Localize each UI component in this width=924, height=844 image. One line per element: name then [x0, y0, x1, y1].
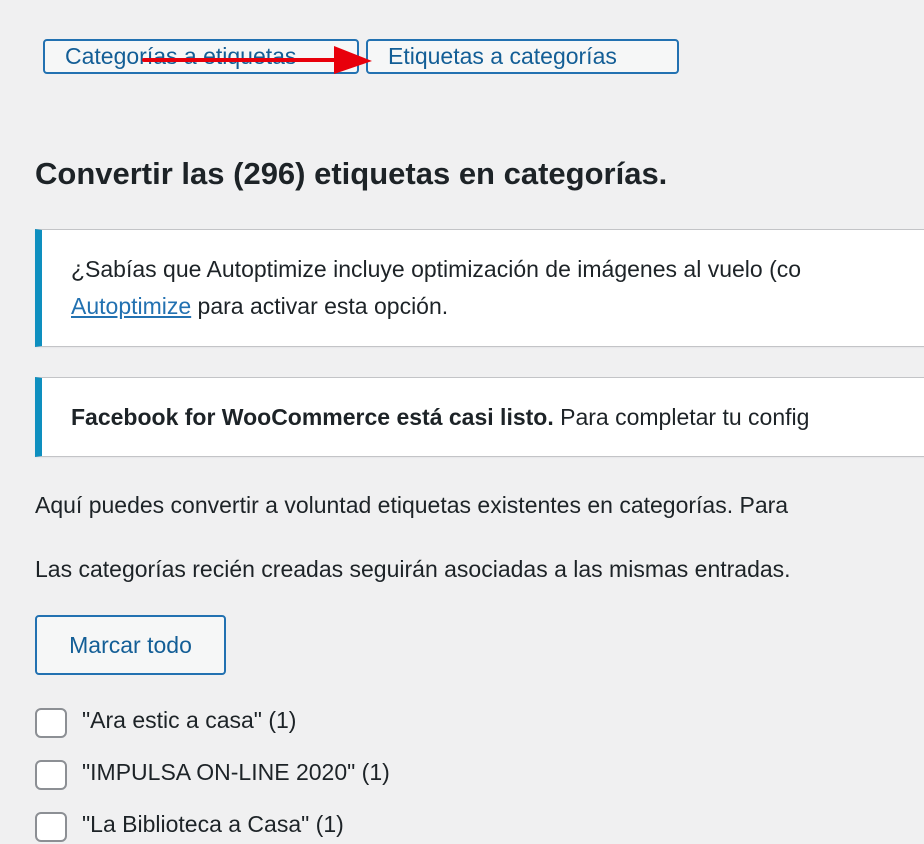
- notice-autoptimize-text: ¿Sabías que Autoptimize incluye optimiza…: [71, 256, 802, 282]
- description-intro: Aquí puedes convertir a voluntad etiquet…: [35, 492, 789, 518]
- description-created: Las categorías recién creadas seguirán a…: [35, 556, 791, 582]
- annotation-arrow-icon: [142, 46, 372, 74]
- tag-checkbox[interactable]: [35, 708, 67, 738]
- tab-tags-to-categories-label: Etiquetas a categorías: [388, 43, 617, 69]
- page-title: Convertir las (296) etiquetas en categor…: [35, 156, 668, 191]
- tag-checkbox[interactable]: [35, 760, 67, 790]
- autoptimize-link[interactable]: Autoptimize: [71, 293, 191, 319]
- tab-tags-to-categories[interactable]: Etiquetas a categorías: [366, 39, 679, 74]
- notice-autoptimize: ¿Sabías que Autoptimize incluye optimiza…: [35, 229, 924, 347]
- tag-checkbox[interactable]: [35, 812, 67, 842]
- mark-all-button[interactable]: Marcar todo: [35, 615, 226, 675]
- notice-autoptimize-line2-text: para activar esta opción.: [191, 293, 449, 319]
- notice-facebook-bold: Facebook for WooCommerce está casi listo…: [71, 404, 554, 430]
- notice-facebook-text: Facebook for WooCommerce está casi listo…: [71, 404, 809, 431]
- tag-label[interactable]: "Ara estic a casa" (1): [82, 707, 296, 734]
- tag-label[interactable]: "La Biblioteca a Casa" (1): [82, 811, 344, 838]
- notice-facebook: Facebook for WooCommerce está casi listo…: [35, 377, 924, 457]
- notice-facebook-rest: Para completar tu config: [553, 404, 810, 430]
- notice-autoptimize-line2: Autoptimize para activar esta opción.: [71, 293, 448, 320]
- tag-label[interactable]: "IMPULSA ON-LINE 2020" (1): [82, 759, 390, 786]
